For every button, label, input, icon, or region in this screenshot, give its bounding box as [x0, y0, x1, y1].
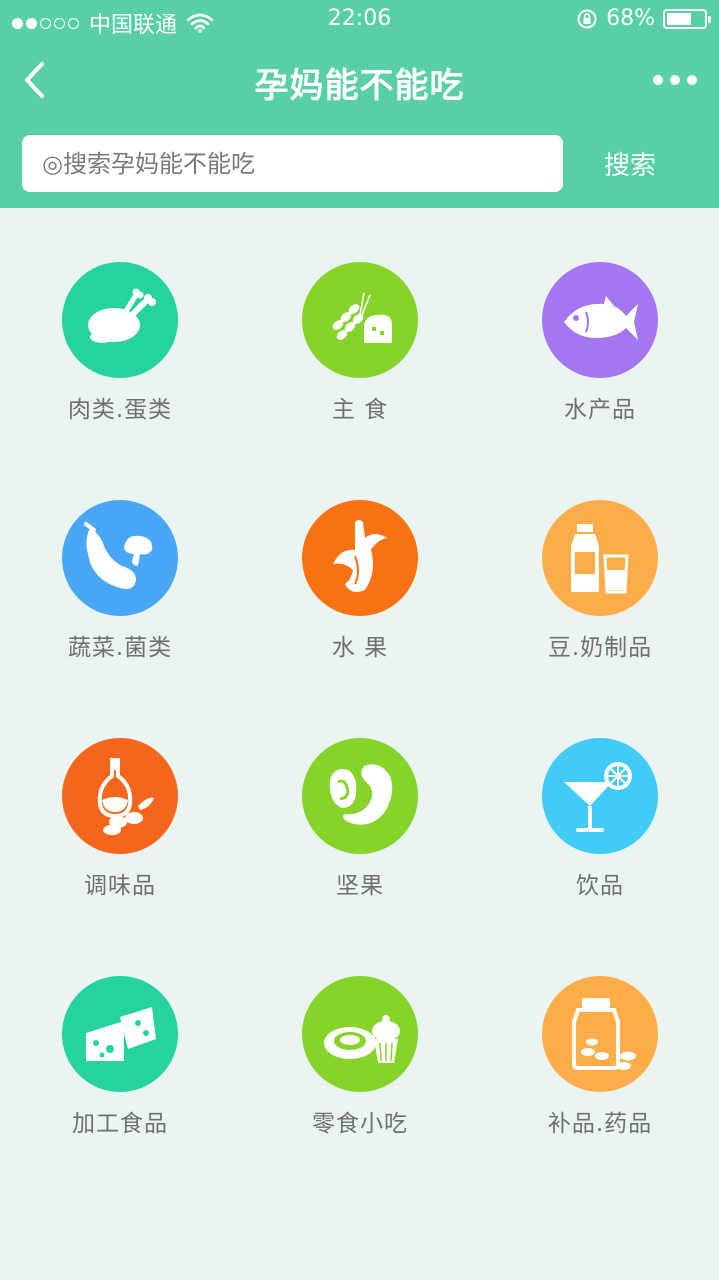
- category-label: 水产品: [564, 397, 636, 423]
- category-label: 零食小吃: [312, 1111, 408, 1137]
- grain-bread-icon: [332, 292, 392, 343]
- nav-bar: 孕妈能不能吃: [0, 40, 719, 124]
- category-drinks[interactable]: 饮品: [500, 738, 700, 908]
- category-icon-circle: [62, 976, 178, 1092]
- category-icon-circle: [542, 262, 658, 378]
- oil-bottle-icon: [97, 758, 154, 835]
- category-meat-eggs[interactable]: 肉类.蛋类: [20, 262, 220, 432]
- milk-bottle-glass-icon: [571, 524, 629, 594]
- category-label: 肉类.蛋类: [67, 397, 173, 423]
- status-right: 68%: [576, 6, 711, 31]
- category-icon-circle: [62, 262, 178, 378]
- cocktail-icon: [564, 762, 632, 832]
- category-bean-dairy[interactable]: 豆.奶制品: [500, 500, 700, 670]
- search-input[interactable]: [22, 135, 563, 192]
- more-options-button[interactable]: [653, 68, 697, 92]
- nuts-icon: [329, 764, 393, 825]
- category-snacks[interactable]: 零食小吃: [260, 976, 460, 1146]
- category-label: 豆.奶制品: [547, 635, 653, 661]
- category-icon-circle: [62, 500, 178, 616]
- pill-jar-icon: [572, 998, 636, 1070]
- category-fruit[interactable]: 水 果: [260, 500, 460, 670]
- category-label: 蔬菜.菌类: [67, 635, 173, 661]
- category-icon-circle: [542, 738, 658, 854]
- banana-icon: [333, 520, 387, 592]
- category-processed-food[interactable]: 加工食品: [20, 976, 220, 1146]
- category-icon-circle: [302, 738, 418, 854]
- category-label: 水 果: [331, 635, 389, 661]
- category-nuts[interactable]: 坚果: [260, 738, 460, 908]
- category-icon-circle: [542, 500, 658, 616]
- cheese-icon: [86, 1007, 156, 1061]
- snack-cupcake-icon: [324, 1015, 400, 1063]
- roast-chicken-icon: [88, 288, 156, 343]
- category-seafood[interactable]: 水产品: [500, 262, 700, 432]
- more-dot-icon: [653, 75, 663, 85]
- category-vegetables-fungi[interactable]: 蔬菜.菌类: [20, 500, 220, 670]
- battery-percent: 68%: [606, 6, 655, 31]
- category-label: 坚果: [336, 873, 384, 899]
- category-icon-circle: [302, 500, 418, 616]
- category-seasoning[interactable]: 调味品: [20, 738, 220, 908]
- category-icon-circle: [542, 976, 658, 1092]
- header: 中国联通 22:06 68% 孕妈能不能吃 ◎搜索孕妈能不能吃 搜索: [0, 0, 719, 208]
- search-button[interactable]: 搜索: [580, 135, 680, 192]
- rotation-lock-icon: [577, 9, 597, 28]
- category-icon-circle: [62, 738, 178, 854]
- eggplant-mushroom-icon: [84, 522, 153, 589]
- category-label: 调味品: [84, 873, 156, 899]
- category-staple-food[interactable]: 主 食: [260, 262, 460, 432]
- category-label: 饮品: [576, 873, 624, 899]
- more-dot-icon: [670, 75, 680, 85]
- category-label: 主 食: [331, 397, 389, 423]
- fish-icon: [564, 296, 638, 340]
- category-icon-circle: [302, 976, 418, 1092]
- more-dot-icon: [687, 75, 697, 85]
- category-icon-circle: [302, 262, 418, 378]
- battery-icon: [663, 8, 711, 29]
- category-supplements-medicine[interactable]: 补品.药品: [500, 976, 700, 1146]
- page-title: 孕妈能不能吃: [254, 66, 465, 106]
- category-label: 加工食品: [72, 1111, 168, 1137]
- category-label: 补品.药品: [547, 1111, 653, 1137]
- status-bar: 中国联通 22:06 68%: [0, 0, 719, 40]
